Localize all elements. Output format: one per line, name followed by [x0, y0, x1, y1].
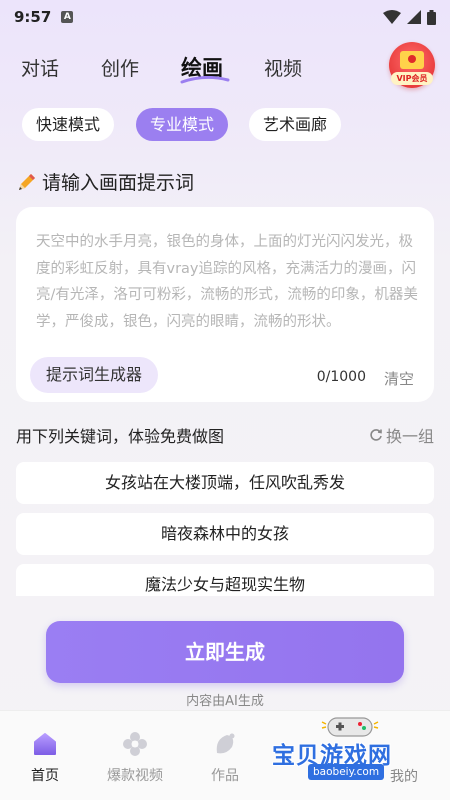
- status-icons: [383, 9, 436, 25]
- tab-video[interactable]: 视频: [264, 54, 302, 81]
- refresh-button[interactable]: 换一组: [369, 423, 434, 447]
- mode-pro[interactable]: 专业模式: [136, 108, 229, 141]
- watermark: 宝贝游戏网 baobeiy.com 我的: [272, 714, 444, 786]
- watermark-url: baobeiy.com: [308, 764, 385, 780]
- flower-icon: [123, 732, 147, 756]
- battery-icon: [427, 9, 436, 25]
- keyword-list: 女孩站在大楼顶端，任风吹乱秀发 暗夜森林中的女孩 魔法少女与超现实生物: [16, 460, 434, 596]
- vip-button[interactable]: VIP会员: [389, 42, 435, 88]
- clear-button[interactable]: 清空: [384, 368, 414, 389]
- wifi-icon: [383, 10, 401, 24]
- ai-generated-note: 内容由AI生成: [186, 694, 264, 709]
- active-tab-underline: [180, 76, 230, 84]
- mode-gallery[interactable]: 艺术画廊: [249, 108, 342, 141]
- keyword-item[interactable]: 暗夜森林中的女孩: [16, 513, 434, 555]
- vip-label: VIP会员: [391, 72, 433, 85]
- nav-home[interactable]: 首页: [5, 731, 85, 785]
- refresh-icon: [370, 429, 382, 441]
- nav-works[interactable]: 作品: [185, 731, 265, 785]
- tab-create[interactable]: 创作: [101, 54, 139, 81]
- mode-fast[interactable]: 快速模式: [22, 108, 115, 141]
- signal-icon: [407, 10, 421, 24]
- refresh-label: 换一组: [385, 427, 434, 446]
- home-icon: [34, 733, 56, 755]
- keyword-item[interactable]: 魔法少女与超现实生物: [16, 564, 434, 596]
- pencil-icon: [19, 173, 35, 190]
- tab-chat[interactable]: 对话: [21, 54, 59, 81]
- notification-icon: A: [61, 11, 74, 23]
- gift-icon: [400, 51, 424, 69]
- prompt-title: 请输入画面提示词: [42, 172, 195, 194]
- nav-mine[interactable]: 我的: [390, 766, 418, 786]
- nav-label: 首页: [31, 768, 59, 784]
- nav-label: 作品: [211, 768, 239, 784]
- leaf-icon: [216, 733, 235, 754]
- keyword-item[interactable]: 女孩站在大楼顶端，任风吹乱秀发: [16, 462, 434, 504]
- keywords-title: 用下列关键词，体验免费做图: [16, 427, 225, 446]
- status-time: 9:57: [14, 8, 52, 26]
- status-bar: 9:57 A: [0, 0, 450, 34]
- prompt-input-card[interactable]: 天空中的水手月亮，银色的身体，上面的灯光闪闪发光，极度的彩虹反射，具有vray追…: [16, 207, 434, 402]
- prompt-generator-button[interactable]: 提示词生成器: [30, 357, 159, 393]
- nav-hot-videos[interactable]: 爆款视频: [95, 731, 175, 785]
- generate-button[interactable]: 立即生成: [46, 621, 404, 683]
- nav-label: 爆款视频: [107, 768, 163, 784]
- prompt-textarea-placeholder[interactable]: 天空中的水手月亮，银色的身体，上面的灯光闪闪发光，极度的彩虹反射，具有vray追…: [36, 229, 420, 335]
- prompt-section-title: 请输入画面提示词: [16, 168, 194, 195]
- char-counter: 0/1000: [316, 369, 366, 385]
